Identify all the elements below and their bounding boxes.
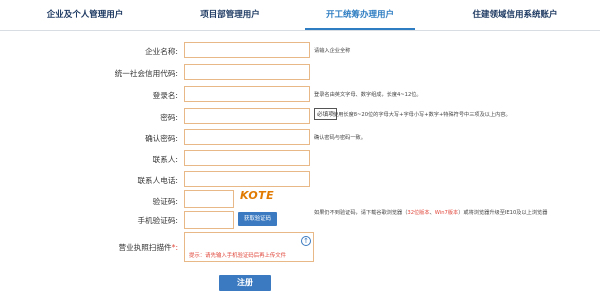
password-hint: 使用长度8~20位的字母大写+字母小写+数字+特殊符号中三项及以上内容。 xyxy=(333,112,511,118)
credit-code-input[interactable] xyxy=(184,64,310,80)
confirm-password-input[interactable] xyxy=(184,129,310,145)
download-win7-link[interactable]: Win7版本 xyxy=(435,210,458,216)
tab-credit-system[interactable]: 住建领域信用系统账户 xyxy=(440,0,590,30)
get-sms-code-button[interactable]: 获取验证码 xyxy=(238,212,277,226)
sms-hint-text-1: 如果仍不到验证码，请下载谷歌浏览器（ xyxy=(314,210,408,216)
contact-input[interactable] xyxy=(184,150,310,166)
tab-enterprise-personal[interactable]: 企业及个人管理用户 xyxy=(30,0,140,30)
sms-code-hint: 如果仍不到验证码，请下载谷歌浏览器（32位版本、Win7版本）或将浏览器升级至I… xyxy=(314,210,594,217)
required-mark: *: xyxy=(171,243,178,252)
business-license-upload[interactable]: ↑ 提示：请先输入手机验证码后再上传文件 xyxy=(184,232,314,262)
company-name-hint: 请输入企业全称 xyxy=(314,48,351,54)
register-button[interactable]: 注册 xyxy=(219,275,271,291)
tabs-divider xyxy=(0,30,600,31)
captcha-image[interactable]: KOTE xyxy=(240,189,274,202)
contact-label: 联系人: xyxy=(152,155,178,164)
contact-phone-input[interactable] xyxy=(184,171,310,187)
login-name-label: 登录名: xyxy=(152,91,178,100)
account-type-tabs: 企业及个人管理用户 项目部管理用户 开工统筹办理用户 住建领域信用系统账户 xyxy=(0,0,600,30)
contact-phone-label: 联系人电话: xyxy=(137,176,178,185)
company-name-label: 企业名称: xyxy=(145,47,178,56)
captcha-label: 验证码: xyxy=(152,197,178,206)
password-label: 密码: xyxy=(160,113,178,122)
tab-label: 开工统筹办理用户 xyxy=(325,10,394,20)
upload-tip: 提示：请先输入手机验证码后再上传文件 xyxy=(189,253,287,259)
tab-construction-coordination[interactable]: 开工统筹办理用户 xyxy=(305,0,415,30)
business-license-label: 营业执照扫描件*: xyxy=(100,242,178,253)
upload-icon[interactable]: ↑ xyxy=(301,236,311,246)
tab-project-department[interactable]: 项目部管理用户 xyxy=(175,0,285,30)
business-license-label-text: 营业执照扫描件 xyxy=(118,243,172,252)
login-name-input[interactable] xyxy=(184,86,310,102)
sms-hint-text-2: ）或将浏览器升级至IE10及以上浏览器 xyxy=(458,210,548,216)
confirm-password-label: 确认密码: xyxy=(145,134,178,143)
confirm-password-hint: 确认密码与密码一致。 xyxy=(314,135,366,141)
company-name-input[interactable] xyxy=(184,42,310,58)
download-32bit-link[interactable]: 32位版本 xyxy=(407,210,429,216)
sms-code-label: 手机验证码: xyxy=(137,216,178,225)
sms-code-input[interactable] xyxy=(184,211,234,229)
captcha-input[interactable] xyxy=(184,190,234,208)
login-name-hint: 登录名由英文字母、数字组成，长度4~12位。 xyxy=(314,92,422,98)
password-input[interactable] xyxy=(184,108,310,124)
credit-code-label: 统一社会信用代码: xyxy=(114,69,178,78)
